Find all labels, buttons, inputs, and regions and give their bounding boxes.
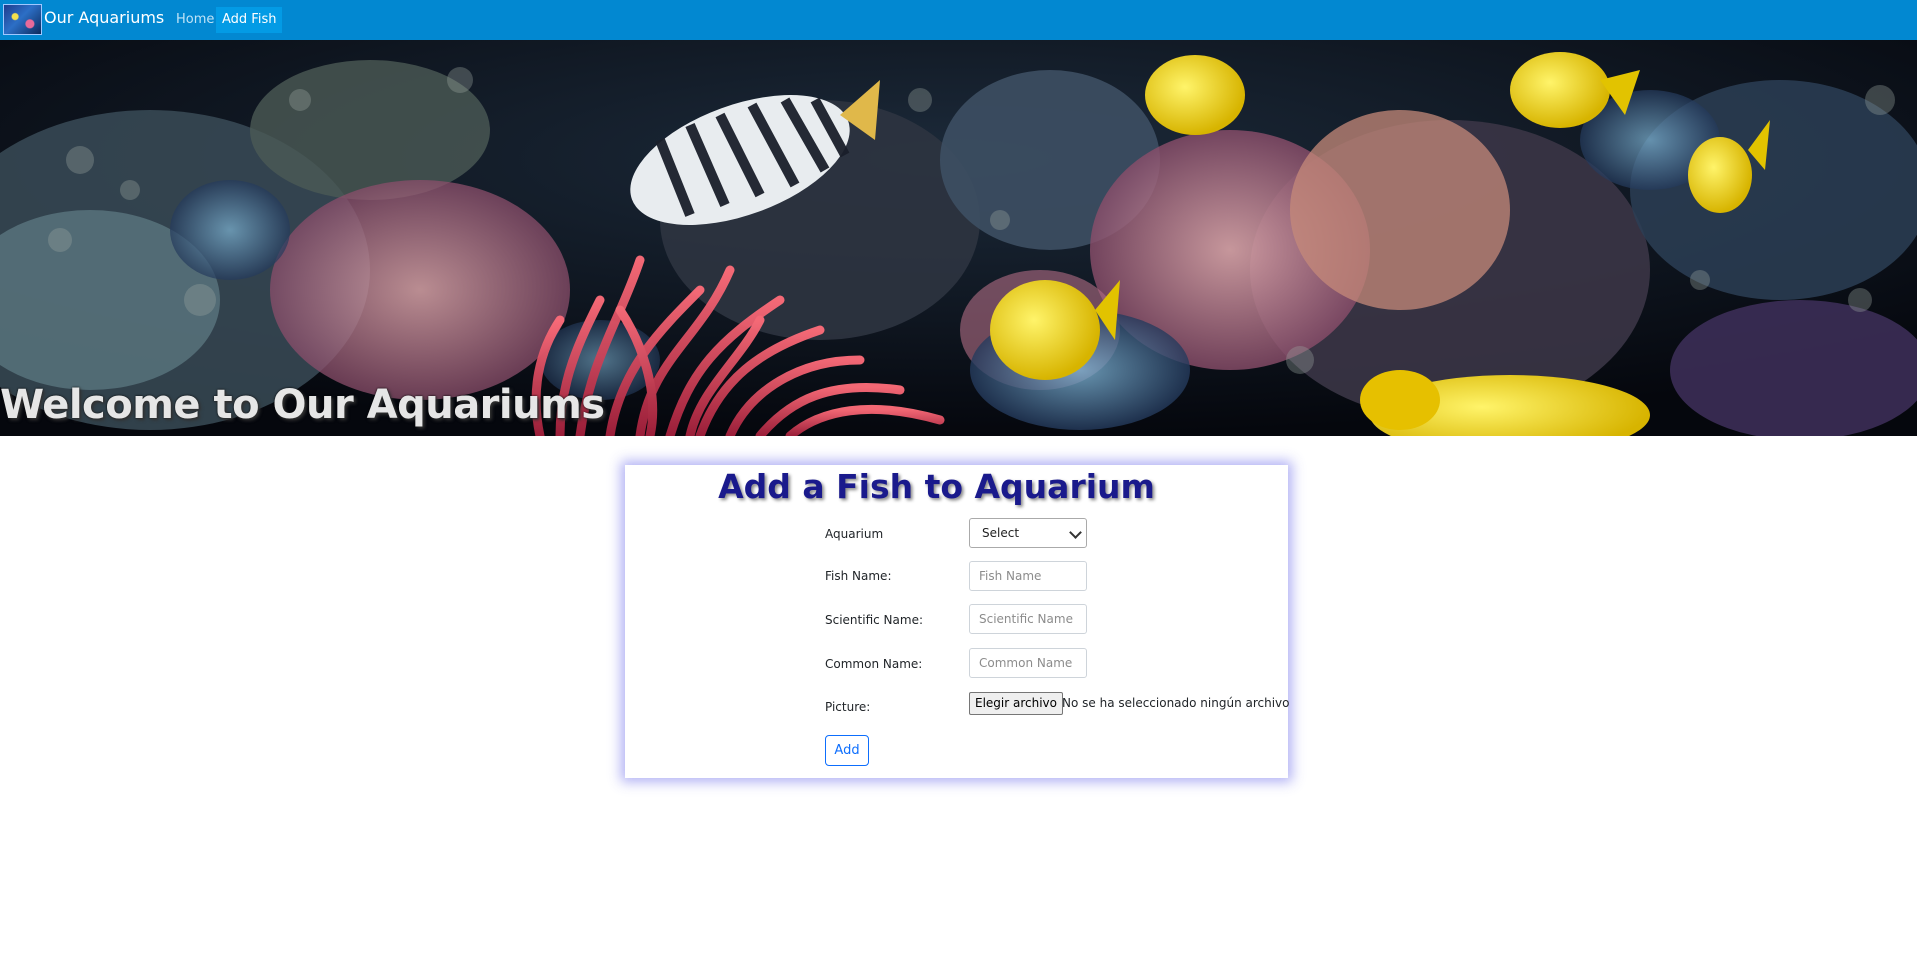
scientific-name-input[interactable] — [969, 604, 1087, 634]
brand-logo-icon[interactable] — [3, 4, 42, 35]
fish-name-label: Fish Name: — [825, 569, 892, 583]
common-name-label: Common Name: — [825, 657, 923, 671]
aquarium-select[interactable]: Select — [969, 518, 1087, 548]
form-title: Add a Fish to Aquarium — [625, 465, 1288, 509]
top-navbar: Our Aquariums Home Add Fish — [0, 0, 1917, 40]
file-status-text: No se ha seleccionado ningún archivo — [1062, 696, 1290, 710]
aquarium-select-value: Select — [982, 526, 1020, 540]
brand-title[interactable]: Our Aquariums — [44, 8, 164, 28]
nav-home-link[interactable]: Home — [170, 7, 220, 33]
add-button[interactable]: Add — [825, 735, 869, 766]
aquarium-label: Aquarium — [825, 527, 884, 541]
reef-illustration — [0, 40, 1917, 436]
choose-file-button[interactable]: Elegir archivo — [969, 692, 1064, 715]
hero-title: Welcome to Our Aquariums — [0, 382, 605, 428]
add-fish-card: Add a Fish to Aquarium Aquarium Select F… — [625, 465, 1290, 778]
fish-name-input[interactable] — [969, 561, 1087, 591]
chevron-down-icon — [1069, 526, 1082, 539]
picture-label: Picture: — [825, 700, 871, 714]
common-name-input[interactable] — [969, 648, 1087, 678]
hero-banner: Welcome to Our Aquariums — [0, 40, 1917, 436]
scientific-name-label: Scientific Name: — [825, 613, 923, 627]
nav-add-fish-link[interactable]: Add Fish — [216, 7, 283, 33]
form-title-text: Add a Fish to Aquarium — [718, 467, 1155, 506]
